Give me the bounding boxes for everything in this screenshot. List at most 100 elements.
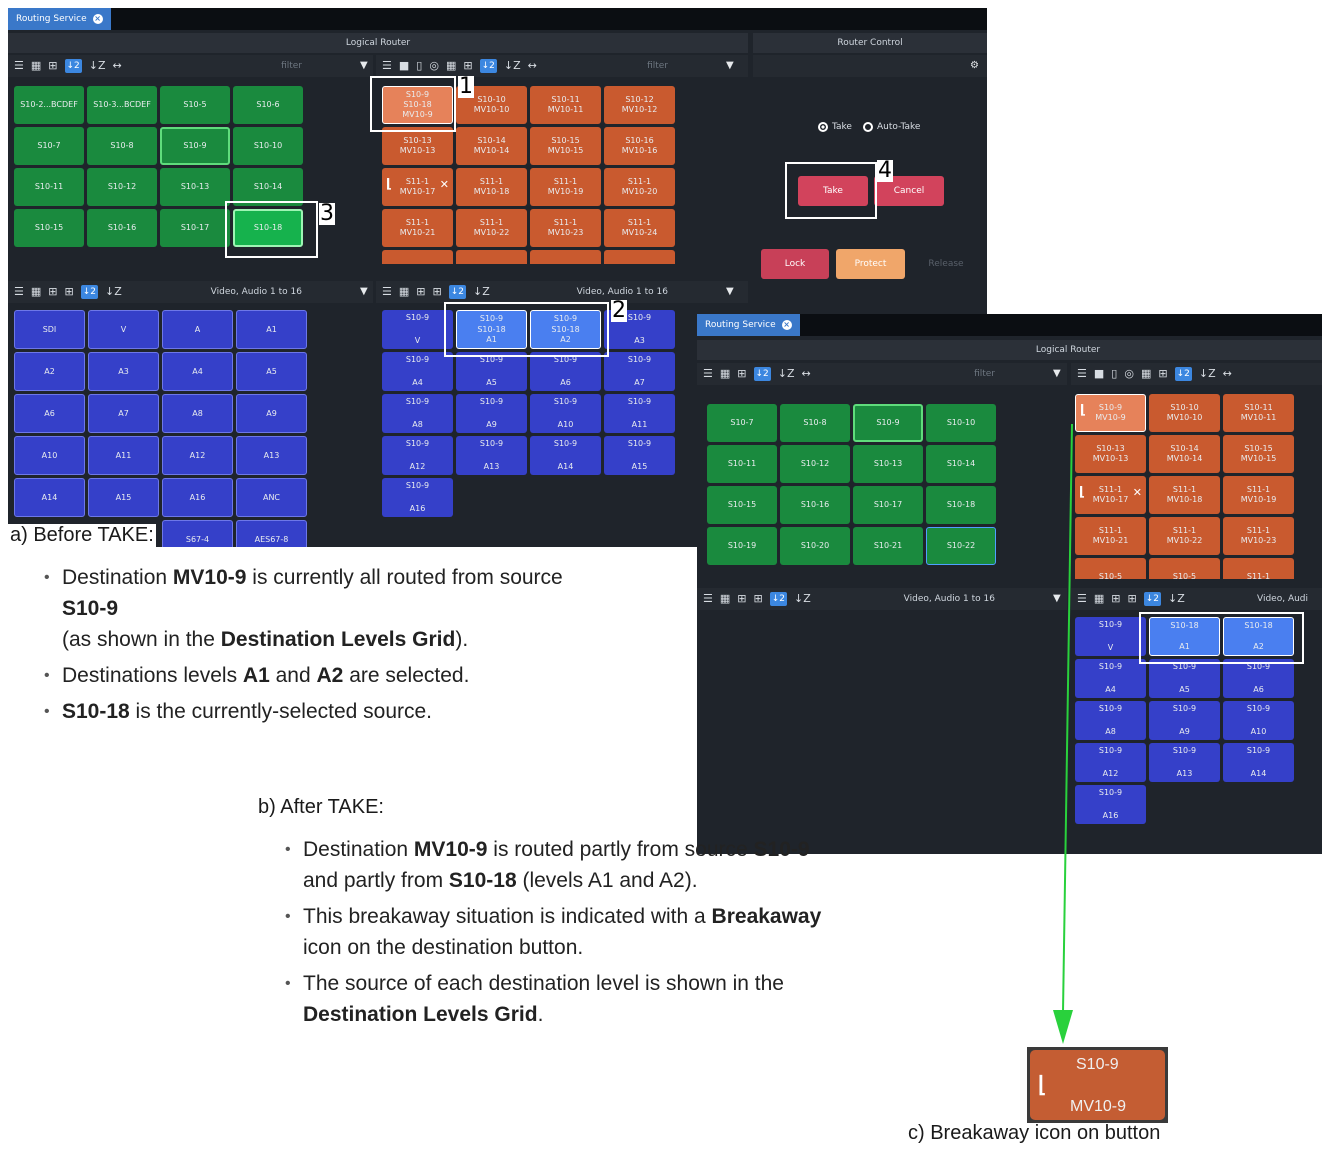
source-level-filter[interactable]: Video, Audio 1 to 16 xyxy=(857,588,995,610)
small-grid-icon[interactable]: ⊞ xyxy=(48,285,57,299)
destination-button[interactable]: S10-14 MV10-14 xyxy=(1149,435,1220,473)
sort-alpha-icon[interactable]: ↓Z xyxy=(1168,592,1185,606)
destination-level-button[interactable]: S10-9 A7 xyxy=(604,352,675,391)
destination-level-button[interactable]: S10-9 A10 xyxy=(1223,701,1294,740)
source-level-button[interactable]: A xyxy=(162,310,233,349)
small-grid-icon[interactable]: ⊞ xyxy=(1111,592,1120,606)
destination-button[interactable]: S11-1 MV10-19 xyxy=(530,168,601,206)
destination-level-button[interactable]: S10-9 V xyxy=(382,310,453,349)
source-button[interactable]: S10-17 xyxy=(160,209,230,247)
close-icon[interactable]: × xyxy=(92,14,103,24)
fit-width-icon[interactable]: ↔ xyxy=(113,59,122,73)
source-level-button[interactable]: A9 xyxy=(236,394,307,433)
destination-button[interactable]: S11-1 MV10-18 xyxy=(1149,476,1220,514)
source-level-button[interactable]: A15 xyxy=(88,478,159,517)
source-level-button[interactable]: A2 xyxy=(14,352,85,391)
destination-level-button[interactable]: S10-9 A13 xyxy=(456,436,527,475)
source-level-button[interactable]: A13 xyxy=(236,436,307,475)
destination-button[interactable]: S10-13 MV10-13 xyxy=(382,127,453,165)
tab-routing-service[interactable]: Routing Service × xyxy=(8,8,111,30)
destination-filter-input[interactable]: filter xyxy=(568,55,668,77)
destination-button[interactable]: S10-5 xyxy=(456,250,527,264)
source-level-button[interactable]: SDI xyxy=(14,310,85,349)
source-button[interactable]: S10-6 xyxy=(233,86,303,124)
destination-button[interactable]: S11-1 xyxy=(530,250,601,264)
list-view-icon[interactable]: ☰ xyxy=(703,592,713,606)
destination-level-button[interactable]: S10-9 A9 xyxy=(456,394,527,433)
source-button[interactable]: S10-12 xyxy=(780,445,850,483)
sort-numeric-icon[interactable]: ↓2 xyxy=(64,59,82,73)
small-grid-icon[interactable]: ⊞ xyxy=(416,285,425,299)
sort-numeric-icon[interactable]: ↓2 xyxy=(80,285,98,299)
small-grid-icon[interactable]: ⊞ xyxy=(48,59,57,73)
grid-icon[interactable]: ⊞ xyxy=(65,285,74,299)
protect-button[interactable]: Protect xyxy=(836,249,905,279)
destination-level-button[interactable]: S10-9 A13 xyxy=(1149,743,1220,782)
paste-icon[interactable]: ◎ xyxy=(1124,367,1134,381)
source-button[interactable]: S10-10 xyxy=(233,127,303,165)
destination-level-button[interactable]: S10-9 A6 xyxy=(530,352,601,391)
destination-level-filter[interactable]: Video, Audio 1 to 16 xyxy=(538,281,668,303)
destination-button[interactable]: S11-1 MV10-23 xyxy=(1223,517,1294,555)
large-grid-icon[interactable]: ▦ xyxy=(720,367,730,381)
list-view-icon[interactable]: ☰ xyxy=(382,59,392,73)
source-button[interactable]: S10-8 xyxy=(780,404,850,442)
destination-level-button[interactable]: S10-9 A5 xyxy=(456,352,527,391)
close-icon[interactable]: × xyxy=(781,320,792,330)
list-view-icon[interactable]: ☰ xyxy=(703,367,713,381)
sort-numeric-icon[interactable]: ↓2 xyxy=(1174,367,1192,381)
source-level-button[interactable]: AES67-8 xyxy=(236,520,307,547)
source-button[interactable]: S10-8 xyxy=(87,127,157,165)
source-filter-input[interactable]: filter xyxy=(208,55,302,77)
destination-level-button[interactable]: S10-9 A5 xyxy=(1149,659,1220,698)
source-button[interactable]: S10-13 xyxy=(853,445,923,483)
sort-numeric-icon[interactable]: ↓2 xyxy=(753,367,771,381)
destination-level-button[interactable]: S10-9 A10 xyxy=(530,394,601,433)
source-level-button[interactable]: A7 xyxy=(88,394,159,433)
sort-alpha-icon[interactable]: ↓Z xyxy=(794,592,811,606)
filter-icon[interactable]: ▼ xyxy=(726,55,734,77)
sort-alpha-icon[interactable]: ↓Z xyxy=(105,285,122,299)
source-button[interactable]: S10-16 xyxy=(780,486,850,524)
filter-icon[interactable]: ▼ xyxy=(726,281,734,303)
source-button[interactable]: S10-13 xyxy=(160,168,230,206)
destination-button[interactable]: S11-1 MV10-18 xyxy=(456,168,527,206)
destination-button[interactable]: S11-1 xyxy=(1223,558,1294,579)
source-button[interactable]: S10-11 xyxy=(14,168,84,206)
grid-icon[interactable]: ⊞ xyxy=(754,592,763,606)
small-grid-icon[interactable]: ⊞ xyxy=(463,59,472,73)
destination-button[interactable]: S11-1 MV10-21 xyxy=(382,209,453,247)
source-button[interactable]: S10-15 xyxy=(14,209,84,247)
large-grid-icon[interactable]: ▦ xyxy=(31,285,41,299)
destination-level-button[interactable]: S10-9 A11 xyxy=(604,394,675,433)
sort-alpha-icon[interactable]: ↓Z xyxy=(778,367,795,381)
destination-level-button[interactable]: S10-9 A8 xyxy=(382,394,453,433)
large-grid-icon[interactable]: ▦ xyxy=(1094,592,1104,606)
source-button[interactable]: S10-20 xyxy=(780,527,850,565)
settings-icon[interactable]: ⚙ xyxy=(970,55,979,77)
sort-numeric-icon[interactable]: ↓2 xyxy=(1143,592,1161,606)
destination-button[interactable]: S10-10 MV10-10 xyxy=(1149,394,1220,432)
source-level-button[interactable]: A10 xyxy=(14,436,85,475)
destination-level-button[interactable]: S10-9 A14 xyxy=(530,436,601,475)
destination-button[interactable]: S11-1 MV10-19 xyxy=(1223,476,1294,514)
source-button[interactable]: S10-7 xyxy=(14,127,84,165)
source-button[interactable]: S10-9 xyxy=(853,404,923,442)
source-button[interactable]: S10-11 xyxy=(707,445,777,483)
list-view-icon[interactable]: ☰ xyxy=(14,59,24,73)
lock-button[interactable]: Lock xyxy=(761,249,829,279)
sort-numeric-icon[interactable]: ↓2 xyxy=(769,592,787,606)
destination-level-button[interactable]: S10-9 A9 xyxy=(1149,701,1220,740)
take-mode-radio[interactable]: Take xyxy=(818,122,852,132)
source-button[interactable]: S10-19 xyxy=(707,527,777,565)
source-level-button[interactable]: A16 xyxy=(162,478,233,517)
fit-width-icon[interactable]: ↔ xyxy=(528,59,537,73)
tab-routing-service[interactable]: Routing Service × xyxy=(697,314,800,336)
source-level-button[interactable]: ANC xyxy=(236,478,307,517)
destination-level-button[interactable]: S10-9 A12 xyxy=(382,436,453,475)
source-button[interactable]: S10-12 xyxy=(87,168,157,206)
source-level-button[interactable]: A3 xyxy=(88,352,159,391)
source-level-button[interactable]: A11 xyxy=(88,436,159,475)
list-view-icon[interactable]: ☰ xyxy=(14,285,24,299)
destination-level-filter[interactable]: Video, Audi xyxy=(1257,588,1322,610)
